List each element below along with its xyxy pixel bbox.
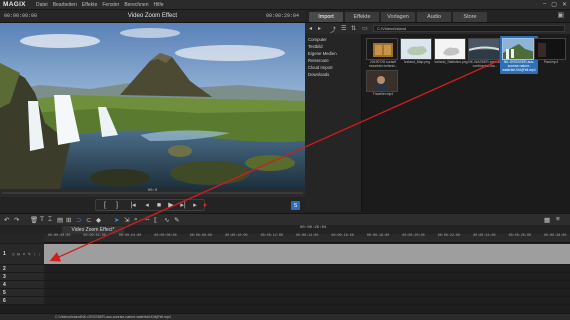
status-text: C:\Videos\Island\NK-GROSSER-aus-sunrise-…	[55, 315, 171, 319]
status-bar: C:\Videos\Island\NK-GROSSER-aus-sunrise-…	[0, 313, 570, 320]
drag-arrow	[49, 59, 501, 262]
drag-arrow-overlay	[49, 59, 501, 262]
